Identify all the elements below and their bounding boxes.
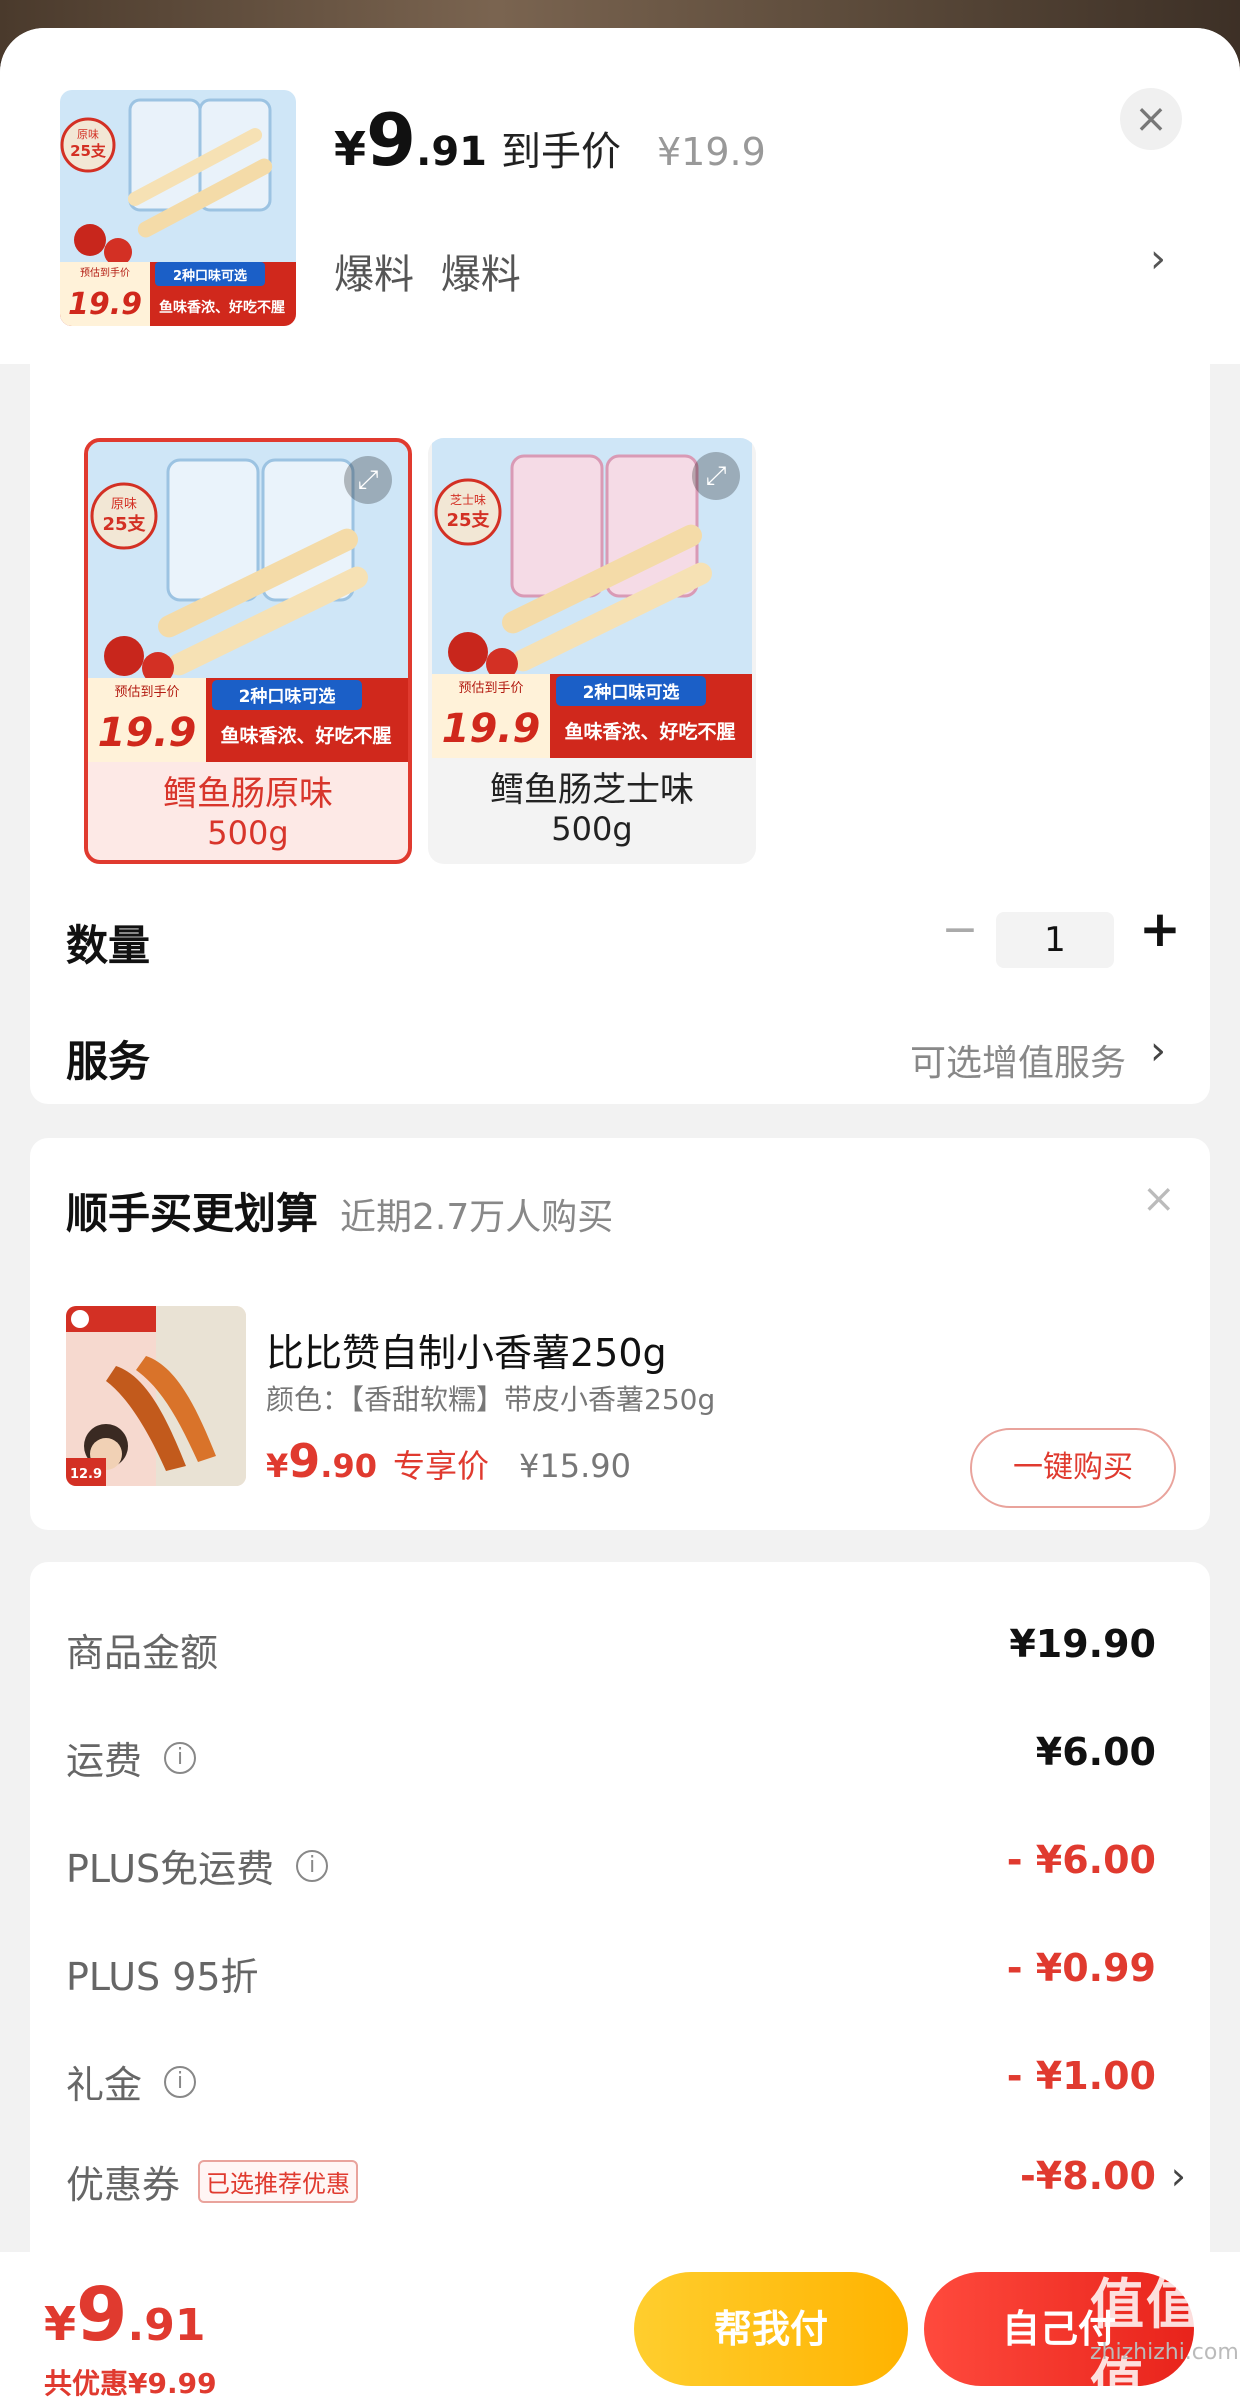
sheet-header: 原味 25支 预估到手价 19.9 2种口味可选 鱼味香浓、好吃不腥 ¥ 9 .…: [0, 28, 1240, 364]
svg-text:预估到手价: 预估到手价: [114, 685, 179, 700]
variant-size: 500g: [551, 810, 633, 848]
addon-close-button[interactable]: ×: [1142, 1176, 1176, 1222]
summary-value: - ¥0.99: [1006, 1946, 1156, 1990]
product-thumbnail-image: 原味 25支 预估到手价 19.9 2种口味可选 鱼味香浓、好吃不腥: [60, 90, 296, 326]
thumb-promo-line2: 鱼味香浓、好吃不腥: [159, 299, 285, 316]
watermark-url: zhizhizhi.com: [1090, 2340, 1239, 2365]
expand-icon[interactable]: ⤢: [692, 452, 740, 500]
thumb-promo-price: 19.9: [68, 287, 142, 322]
product-thumbnail[interactable]: 原味 25支 预估到手价 19.9 2种口味可选 鱼味香浓、好吃不腥: [60, 90, 296, 326]
svg-text:19.9: 19.9: [442, 706, 541, 752]
quantity-increase-button[interactable]: +: [1130, 900, 1190, 958]
purchase-sheet: 原味 25支 预估到手价 19.9 2种口味可选 鱼味香浓、好吃不腥 ¥ 9 .…: [0, 28, 1240, 2400]
summary-value: - ¥1.00: [1006, 2054, 1156, 2098]
summary-row-shipping: 运费 i ¥6.00: [66, 1730, 1156, 1800]
thumb-badge-count: 25支: [70, 142, 107, 160]
close-button[interactable]: ×: [1120, 88, 1182, 150]
addon-price: ¥ 9 .90 专享价 ¥15.90: [266, 1434, 631, 1488]
variant-option-cheese[interactable]: 芝士味 25支 预估到手价 19.9 2种口味可选 鱼味香浓、好吃不腥 ⤢ 鳕鱼…: [428, 438, 756, 864]
variant-badge-count: 25支: [102, 513, 146, 535]
breaking-news-link[interactable]: 爆料 爆料: [334, 242, 521, 300]
quantity-decrease-button[interactable]: −: [930, 904, 990, 955]
variant-name: 鳕鱼肠芝士味: [490, 770, 694, 810]
price-tag: 到手价: [500, 129, 621, 175]
price-currency: ¥: [334, 122, 367, 176]
summary-row-goods: 商品金额 ¥19.90: [66, 1622, 1156, 1692]
service-value[interactable]: 可选增值服务: [910, 1034, 1126, 1086]
variant-badge-top: 芝士味: [450, 492, 486, 507]
addon-price-decimal: .90: [320, 1447, 377, 1485]
info-icon[interactable]: i: [164, 2065, 197, 2098]
help-me-pay-button[interactable]: 帮我付: [634, 2272, 908, 2386]
addon-product-spec: 颜色：【香甜软糯】带皮小香薯250g: [266, 1383, 716, 1416]
addon-product-name[interactable]: 比比赞自制小香薯250g: [266, 1322, 667, 1377]
summary-label: PLUS 95折: [66, 1955, 259, 1999]
addon-title: 顺手买更划算: [66, 1189, 319, 1238]
checkout-bar: ¥ 9 .91 共优惠¥9.99 帮我付 自己付: [0, 2252, 1240, 2400]
variant-badge-count: 25支: [446, 509, 490, 531]
addon-price-tag: 专享价: [392, 1447, 489, 1485]
summary-label: 运费: [66, 1739, 143, 1783]
svg-text:2种口味可选: 2种口味可选: [583, 682, 680, 703]
thumb-promo-line1: 2种口味可选: [173, 268, 247, 284]
svg-text:预估到手价: 预估到手价: [458, 681, 523, 696]
variant-name: 鳕鱼肠原味: [163, 774, 333, 814]
summary-row-plus-free-shipping: PLUS免运费 i - ¥6.00: [66, 1838, 1156, 1908]
chevron-right-icon[interactable]: ›: [1150, 236, 1166, 282]
summary-label: 商品金额: [66, 1631, 219, 1675]
variant-size: 500g: [207, 814, 289, 852]
expand-icon[interactable]: ⤢: [344, 456, 392, 504]
summary-label: 优惠券: [66, 2163, 181, 2207]
chevron-right-icon[interactable]: ›: [1150, 1028, 1166, 1074]
summary-label: PLUS免运费: [66, 1847, 275, 1891]
addon-product-image[interactable]: 12.9: [66, 1306, 246, 1486]
price-integer: 9: [366, 98, 417, 182]
header-price: ¥ 9 .91 到手价 ¥19.9: [334, 98, 766, 182]
coupon-badge: 已选推荐优惠: [198, 2160, 359, 2203]
addon-subtitle: 近期2.7万人购买: [340, 1197, 614, 1238]
chevron-right-icon[interactable]: ›: [1171, 2154, 1186, 2198]
svg-text:鱼味香浓、好吃不腥: 鱼味香浓、好吃不腥: [220, 724, 391, 747]
summary-row-plus-discount: PLUS 95折 - ¥0.99: [66, 1946, 1156, 2016]
svg-text:2种口味可选: 2种口味可选: [239, 686, 336, 707]
price-decimal: .91: [416, 129, 487, 175]
options-card: 原味 25支 预估到手价 19.9 2种口味可选 鱼味香浓、好吃不腥 ⤢ 鳕鱼肠…: [30, 364, 1210, 1104]
total-discount: 共优惠¥9.99: [44, 2367, 217, 2400]
addon-card: 顺手买更划算 近期2.7万人购买 × 12.9 比比赞自制小香薯250g 颜色：…: [30, 1138, 1210, 1530]
total-price: ¥ 9 .91: [44, 2272, 205, 2358]
summary-value: -¥8.00: [1020, 2154, 1156, 2198]
quantity-label: 数量: [66, 921, 151, 970]
summary-row-gift-money: 礼金 i - ¥1.00: [66, 2054, 1156, 2124]
total-price-integer: 9: [76, 2272, 128, 2358]
watermark: 值值值: [1090, 2273, 1202, 2400]
addon-price-integer: 9: [288, 1434, 321, 1488]
thumb-badge-top: 原味: [77, 128, 99, 141]
addon-original-price: ¥15.90: [518, 1447, 631, 1485]
variant-option-original[interactable]: 原味 25支 预估到手价 19.9 2种口味可选 鱼味香浓、好吃不腥 ⤢ 鳕鱼肠…: [84, 438, 412, 864]
original-price: ¥19.9: [656, 130, 766, 174]
info-icon[interactable]: i: [164, 1741, 197, 1774]
service-label: 服务: [66, 1037, 151, 1086]
info-icon[interactable]: i: [296, 1849, 329, 1882]
svg-text:鱼味香浓、好吃不腥: 鱼味香浓、好吃不腥: [564, 720, 735, 743]
total-price-decimal: .91: [127, 2300, 206, 2351]
one-click-buy-button[interactable]: 一键购买: [970, 1428, 1176, 1508]
summary-label: 礼金: [66, 2063, 143, 2107]
thumb-promo-label: 预估到手价: [80, 266, 130, 279]
svg-text:19.9: 19.9: [98, 710, 197, 756]
summary-row-coupon[interactable]: 优惠券 已选推荐优惠 -¥8.00 ›: [66, 2154, 1186, 2224]
variant-badge-top: 原味: [111, 497, 137, 512]
total-price-currency: ¥: [44, 2297, 77, 2351]
summary-value: - ¥6.00: [1006, 1838, 1156, 1882]
summary-value: ¥6.00: [1035, 1730, 1156, 1774]
price-summary-card: 商品金额 ¥19.90 运费 i ¥6.00 PLUS免运费 i - ¥6.00 P…: [30, 1562, 1210, 2362]
addon-image-price: 12.9: [70, 1467, 102, 1482]
quantity-input[interactable]: 1: [996, 912, 1114, 968]
addon-product-photo: 12.9: [66, 1306, 246, 1486]
summary-value: ¥19.90: [1009, 1622, 1156, 1666]
addon-price-currency: ¥: [266, 1447, 289, 1485]
